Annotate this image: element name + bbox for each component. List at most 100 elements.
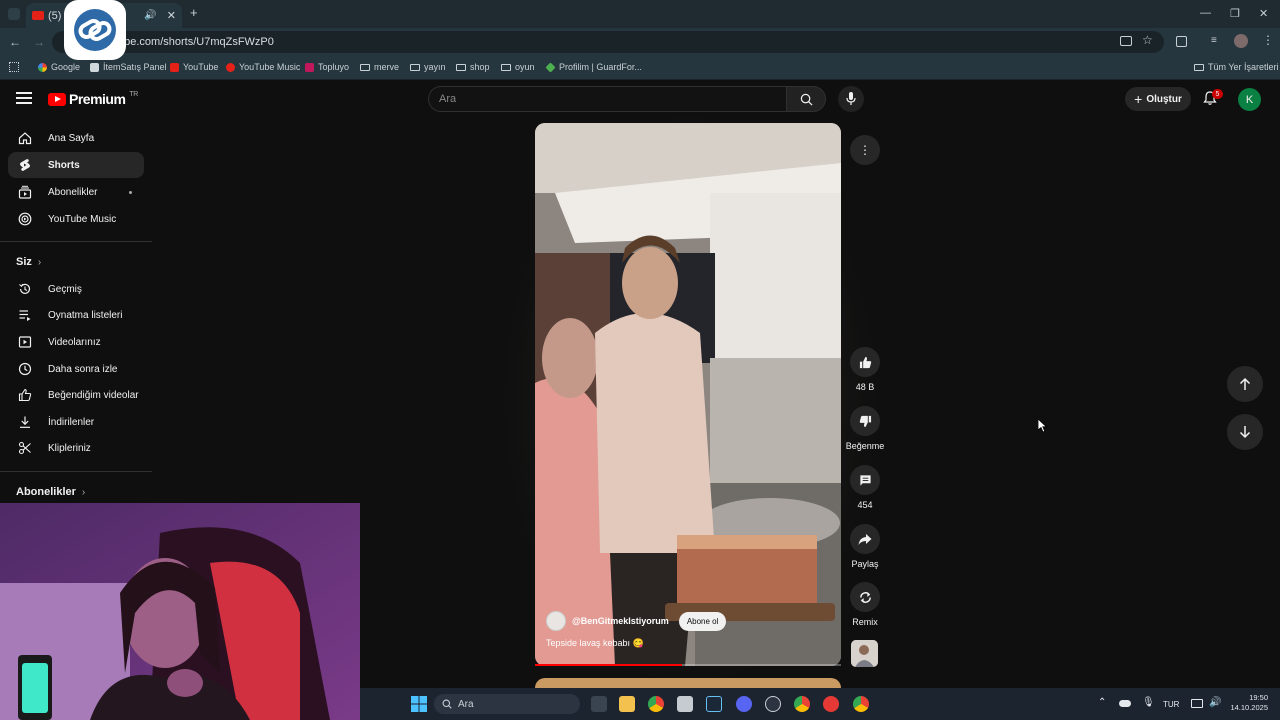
bookmark-folder-oyun[interactable]: oyun <box>501 62 535 72</box>
sidebar-subscriptions-header[interactable]: Abonelikler › <box>16 486 85 498</box>
forward-button[interactable]: → <box>33 35 45 49</box>
more-options-button[interactable]: ⋮ <box>850 135 880 165</box>
like-button[interactable] <box>850 347 880 377</box>
create-button[interactable]: + Oluştur <box>1125 87 1191 111</box>
new-tab-button[interactable]: + <box>190 5 198 20</box>
remix-action: Remix <box>849 582 881 627</box>
address-bar[interactable]: ube.com/shorts/U7mqZsFWzP0 <box>52 31 1164 53</box>
shorts-video-player[interactable] <box>535 123 841 666</box>
bookmark-itemsatis[interactable]: İtemSatış Panel <box>90 62 167 72</box>
sidebar-item-clips[interactable]: Klipleriniz <box>8 435 144 461</box>
channel-name[interactable]: @BenGitmekIstiyorum <box>572 616 669 626</box>
windows-start-icon[interactable] <box>411 696 427 712</box>
bookmark-google[interactable]: Google <box>38 62 80 72</box>
obs-icon[interactable] <box>765 696 781 712</box>
download-icon <box>20 416 30 428</box>
clock-date: 14.10.2025 <box>1230 703 1268 712</box>
browser-menu-icon[interactable]: ⋮ <box>1262 33 1274 47</box>
sidebar-item-youtube-music[interactable]: YouTube Music <box>8 206 144 232</box>
webcam-overlay <box>0 503 360 720</box>
bookmark-guardfor[interactable]: Profilim | GuardFor... <box>545 61 642 73</box>
all-bookmarks[interactable]: Tüm Yer İşaretleri <box>1194 62 1279 72</box>
taskbar-clock[interactable]: 19:50 14.10.2025 <box>1226 693 1268 713</box>
microphone-tray-icon[interactable]: 🎙 <box>1142 697 1155 708</box>
sidebar-item-history[interactable]: Geçmiş <box>8 276 144 302</box>
snipping-tool-icon[interactable] <box>677 696 693 712</box>
apps-grid-icon[interactable] <box>9 62 19 72</box>
webcam-feed-image <box>0 503 360 720</box>
previous-short-button[interactable] <box>1227 366 1263 402</box>
restore-button[interactable]: ❐ <box>1230 7 1240 20</box>
bookmark-youtube[interactable]: YouTube <box>170 62 218 72</box>
like-count: 48 B <box>855 382 875 392</box>
sidebar-item-playlists[interactable]: Oynatma listeleri <box>8 302 144 328</box>
back-button[interactable]: ← <box>9 35 21 49</box>
sidebar-item-home[interactable]: Ana Sayfa <box>8 125 144 151</box>
task-view-icon[interactable] <box>591 696 607 712</box>
share-arrow-icon <box>858 533 872 545</box>
youtube-premium-logo[interactable]: Premium TR <box>48 91 138 107</box>
sidebar-item-shorts[interactable]: Shorts <box>8 152 144 178</box>
tray-chevron-up-icon[interactable]: ⌃ <box>1098 697 1106 708</box>
bookmark-topluyo[interactable]: Topluyo <box>305 62 349 72</box>
chrome-second-profile-icon[interactable] <box>853 696 869 712</box>
chrome-icon[interactable] <box>648 696 664 712</box>
sidebar: Ana Sayfa Shorts Abonelikler YouTube Mus… <box>0 120 160 520</box>
notification-count-badge: 5 <box>1212 89 1223 99</box>
discord-icon[interactable] <box>736 696 752 712</box>
folder-icon <box>1194 63 1204 71</box>
sound-thumbnail[interactable] <box>851 640 878 667</box>
google-icon <box>38 62 47 72</box>
chrome-profile-icon[interactable] <box>794 696 810 712</box>
dislike-action: Beğenme <box>846 406 884 451</box>
subscribe-button[interactable]: Abone ol <box>678 611 727 631</box>
media-controls-icon[interactable]: ≡ <box>1211 35 1217 46</box>
sidebar-you-header[interactable]: Siz › <box>16 256 41 268</box>
tab-audio-icon: 🔊 <box>144 10 157 21</box>
steam-icon[interactable] <box>706 696 722 712</box>
sidebar-item-downloads[interactable]: İndirilenler <box>8 409 144 435</box>
sidebar-item-liked-videos[interactable]: Beğendiğim videolar <box>8 382 144 408</box>
comment-icon <box>859 474 871 486</box>
taskbar-search-input[interactable]: Ara <box>434 694 580 714</box>
hamburger-menu-icon[interactable] <box>16 92 32 104</box>
remix-button[interactable] <box>850 582 880 612</box>
profile-avatar[interactable] <box>1234 34 1248 48</box>
sidebar-item-watch-later[interactable]: Daha sonra izle <box>8 356 144 382</box>
dislike-button[interactable] <box>850 406 880 436</box>
bookmark-folder-yayin[interactable]: yayın <box>410 62 446 72</box>
region-code: TR <box>129 91 138 98</box>
channel-avatar[interactable] <box>546 611 566 631</box>
bookmark-youtube-music[interactable]: YouTube Music <box>226 62 300 72</box>
sidebar-item-your-videos[interactable]: Videolarınız <box>8 329 144 355</box>
bookmark-folder-merve[interactable]: merve <box>360 62 399 72</box>
account-avatar[interactable]: K <box>1238 88 1261 111</box>
itemsatis-icon <box>90 62 99 72</box>
comments-button[interactable] <box>850 465 880 495</box>
search-button[interactable] <box>786 86 826 112</box>
onedrive-cloud-icon[interactable] <box>1119 700 1131 707</box>
youtube-music-app-icon[interactable] <box>823 696 839 712</box>
network-icon[interactable] <box>1191 699 1203 708</box>
bookmark-star-icon[interactable]: ☆ <box>1142 33 1153 47</box>
sidebar-item-subscriptions[interactable]: Abonelikler <box>8 179 144 205</box>
video-progress-bar[interactable] <box>535 664 841 666</box>
install-app-icon[interactable] <box>1120 36 1132 46</box>
close-window-button[interactable]: ✕ <box>1259 7 1268 20</box>
link-logo-icon <box>74 9 116 51</box>
input-language[interactable]: TUR <box>1163 700 1179 709</box>
shorts-icon <box>20 159 30 171</box>
search-input[interactable]: Ara <box>428 86 786 112</box>
share-button[interactable] <box>850 524 880 554</box>
tab-search-button[interactable] <box>8 8 20 20</box>
next-short-button[interactable] <box>1227 414 1263 450</box>
file-explorer-icon[interactable] <box>619 696 635 712</box>
arrow-down-icon <box>1239 426 1251 439</box>
minimize-button[interactable]: — <box>1200 7 1211 19</box>
volume-icon[interactable]: 🔊 <box>1209 697 1221 708</box>
bookmark-folder-shop[interactable]: shop <box>456 62 490 72</box>
tab-close-icon[interactable]: ✕ <box>167 9 176 22</box>
video-frame <box>535 123 841 666</box>
extensions-icon[interactable] <box>1176 36 1187 47</box>
voice-search-button[interactable] <box>838 86 864 112</box>
